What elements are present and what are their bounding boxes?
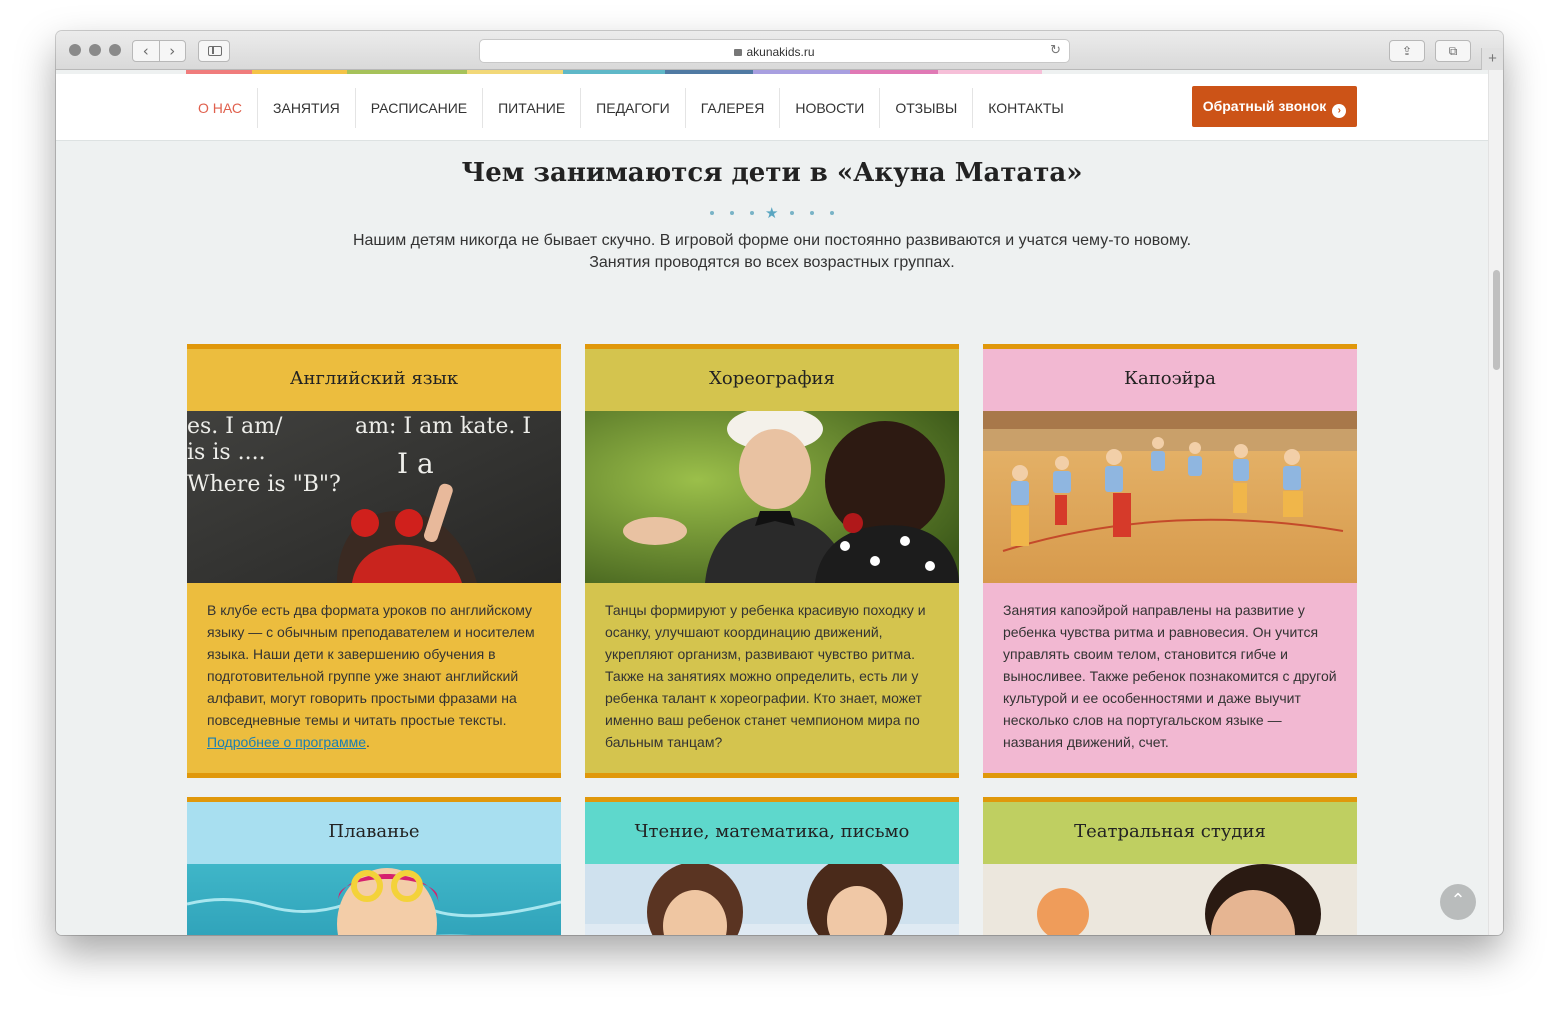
chalk-text: es. I am/ (187, 414, 283, 439)
card-theatre-studio: Театральная студия (983, 797, 1357, 935)
menu-item-schedule[interactable]: РАСПИСАНИЕ (356, 87, 484, 128)
new-tab-icon[interactable]: + (1481, 48, 1503, 70)
chevron-right-icon: › (1332, 104, 1347, 118)
site-header: О НАС ЗАНЯТИЯ РАСПИСАНИЕ ПИТАНИЕ ПЕДАГОГ… (56, 74, 1488, 141)
lock-icon (734, 49, 743, 56)
card-body: Танцы формируют у ребенка красивую поход… (605, 602, 926, 750)
url-display: akunakids.ru (480, 45, 1069, 59)
capoeira-image (983, 411, 1357, 583)
chalk-text: I a (397, 447, 434, 480)
studying-kids-image (585, 864, 959, 935)
menu-item-contacts[interactable]: КОНТАКТЫ (973, 88, 1079, 128)
card-body: В клубе есть два формата уроков по англи… (187, 583, 561, 773)
back-icon[interactable]: ‹ (133, 41, 160, 61)
divider-dot (730, 211, 734, 215)
menu-item-news[interactable]: НОВОСТИ (780, 87, 881, 128)
scrollbar-thumb[interactable] (1493, 270, 1500, 370)
sidebar-icon (208, 46, 222, 56)
card-title: Хореография (709, 368, 835, 389)
link-suffix: . (366, 734, 370, 750)
menu-item-food[interactable]: ПИТАНИЕ (483, 87, 582, 128)
menu-item-gallery[interactable]: ГАЛЕРЕЯ (686, 87, 781, 128)
callback-button[interactable]: Обратный звонок › (1192, 86, 1357, 127)
scroll-to-top-icon[interactable]: ⌃ (1440, 884, 1476, 920)
menu-item-about[interactable]: О НАС (183, 87, 259, 128)
program-details-link[interactable]: Подробнее о программе (207, 734, 366, 750)
section-intro: Нашим детям никогда не бывает скучно. В … (56, 230, 1488, 274)
dancing-kids-image (585, 411, 959, 583)
capoeira-illustration (983, 411, 1357, 583)
history-buttons: ‹ › (132, 40, 186, 62)
card-choreography: Хореография Танцы формируют у ребенка кр… (585, 344, 959, 778)
share-icon[interactable]: ⇪ (1389, 40, 1425, 62)
close-window-button[interactable] (69, 44, 81, 56)
tabs-overview-icon[interactable]: ⧉ (1435, 40, 1471, 62)
card-capoeira: Капоэйра Занятия капоэйрой направлены на… (983, 344, 1357, 778)
divider-dot (810, 211, 814, 215)
browser-window: ‹ › akunakids.ru ↻ ⇪ ⧉ + О НАС ЗАНЯТИЯ Р… (56, 31, 1503, 935)
menu-item-teachers[interactable]: ПЕДАГОГИ (581, 87, 686, 128)
swimming-illustration (187, 864, 561, 935)
browser-titlebar: ‹ › akunakids.ru ↻ ⇪ ⧉ + (56, 31, 1503, 70)
dancing-illustration (585, 411, 959, 583)
card-title: Театральная студия (1074, 821, 1266, 842)
card-swimming: Плаванье (187, 797, 561, 935)
chalk-text: is is .... (187, 440, 266, 465)
card-title: Плаванье (328, 821, 420, 842)
chalkboard-image: es. I am/ am: I am kate. I is is .... I … (187, 411, 561, 583)
divider-dot (750, 211, 754, 215)
star-icon: ★ (765, 205, 779, 222)
card-title: Английский язык (289, 368, 459, 389)
sidebar-toggle-button[interactable] (198, 40, 230, 62)
main-menu: О НАС ЗАНЯТИЯ РАСПИСАНИЕ ПИТАНИЕ ПЕДАГОГ… (183, 74, 1079, 141)
theatre-illustration (983, 864, 1357, 935)
studying-illustration (585, 864, 959, 935)
menu-item-reviews[interactable]: ОТЗЫВЫ (880, 87, 974, 128)
card-text: В клубе есть два формата уроков по англи… (207, 602, 535, 728)
menu-item-classes[interactable]: ЗАНЯТИЯ (258, 87, 356, 128)
chalkboard-illustration: es. I am/ am: I am kate. I is is .... I … (187, 411, 561, 583)
section-title: Чем занимаются дети в «Акуна Матата» (461, 158, 1083, 188)
address-bar[interactable]: akunakids.ru ↻ (479, 39, 1070, 63)
singing-kid-image (983, 864, 1357, 935)
intro-line-1: Нашим детям никогда не бывает скучно. В … (352, 232, 1192, 249)
card-title: Чтение, математика, письмо (634, 821, 910, 842)
divider-dot (790, 211, 794, 215)
section-divider: ★ (708, 205, 838, 222)
divider-dot (710, 211, 714, 215)
card-english: Английский язык es. I am/ am: I am kate.… (187, 344, 561, 778)
url-text: akunakids.ru (746, 45, 815, 59)
minimize-window-button[interactable] (89, 44, 101, 56)
page-content: О НАС ЗАНЯТИЯ РАСПИСАНИЕ ПИТАНИЕ ПЕДАГОГ… (56, 70, 1488, 935)
zoom-window-button[interactable] (109, 44, 121, 56)
reload-icon[interactable]: ↻ (1050, 43, 1061, 58)
intro-line-2: Занятия проводятся во всех возрастных гр… (589, 254, 955, 271)
card-reading-math-writing: Чтение, математика, письмо (585, 797, 959, 935)
card-body: Занятия капоэйрой направлены на развитие… (1003, 602, 1337, 750)
chalk-text: Where is "B"? (187, 472, 341, 497)
callback-label: Обратный звонок (1202, 98, 1327, 114)
card-title: Капоэйра (1124, 368, 1216, 389)
forward-icon[interactable]: › (160, 41, 186, 61)
chalk-text: am: I am kate. I (355, 414, 531, 439)
swimming-image (187, 864, 561, 935)
page-scrollbar[interactable] (1488, 70, 1503, 935)
divider-dot (830, 211, 834, 215)
